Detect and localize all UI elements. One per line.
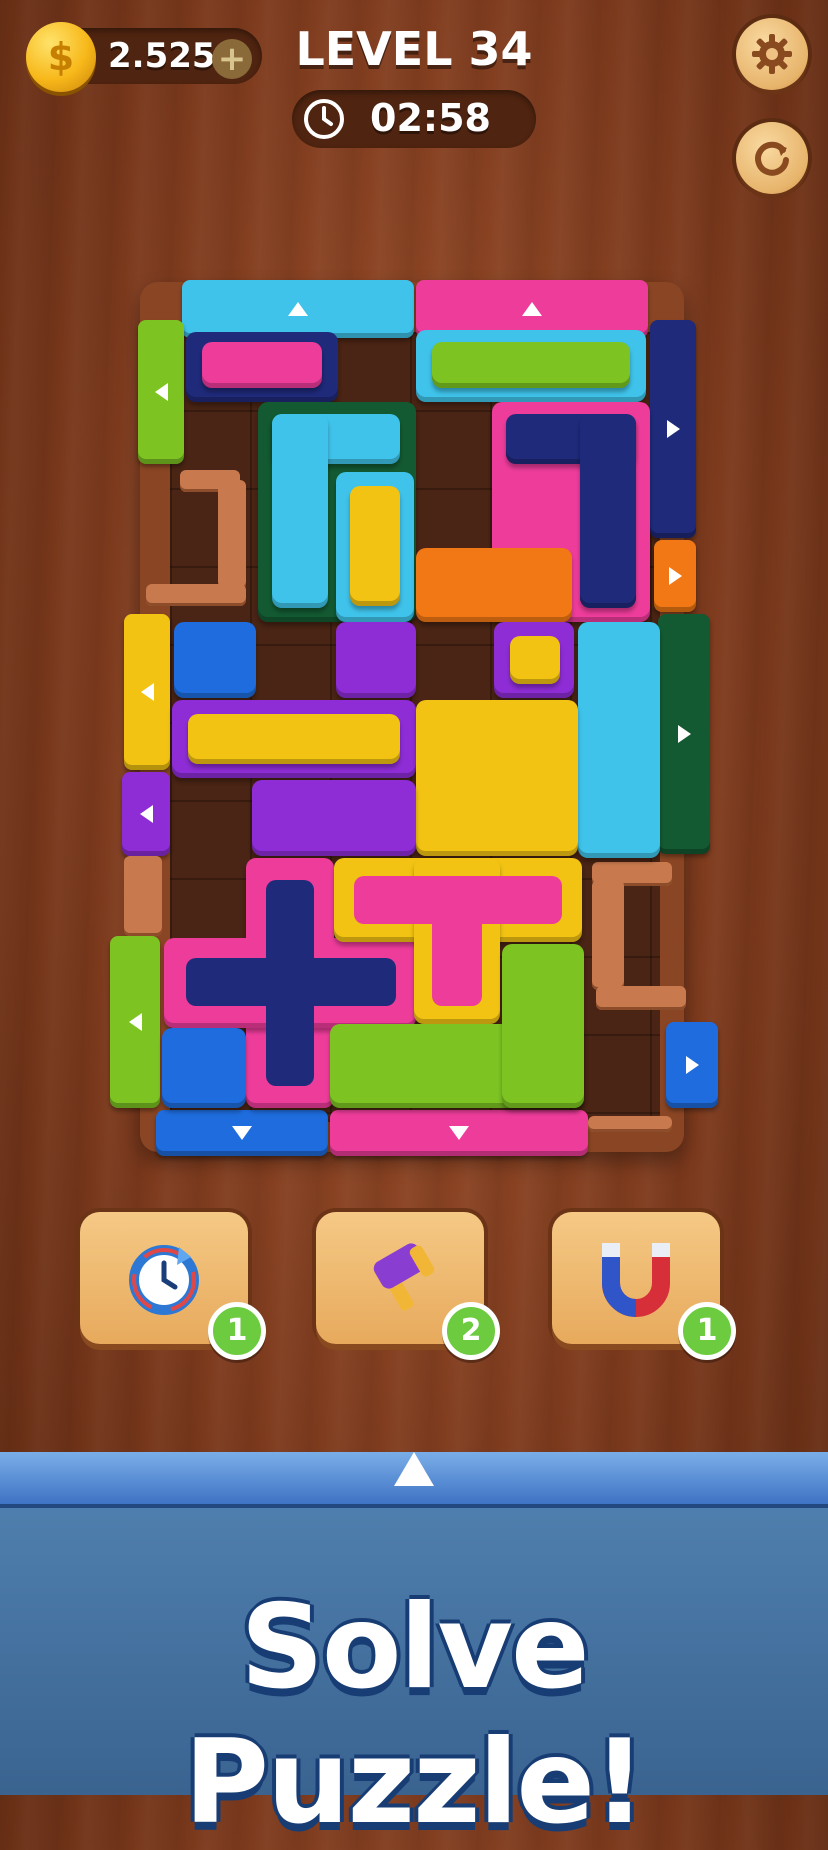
clock-ring-icon bbox=[129, 1245, 199, 1315]
exit-gate-right-navy bbox=[650, 320, 696, 538]
restart-button[interactable] bbox=[736, 122, 808, 194]
arrow-up-icon bbox=[394, 1452, 434, 1486]
block-pink-bar[interactable] bbox=[202, 342, 322, 388]
settings-button[interactable] bbox=[736, 18, 808, 90]
block-blue-small[interactable] bbox=[174, 622, 256, 698]
exit-gate-top-cyan bbox=[182, 280, 414, 338]
exit-gate-right-blue bbox=[666, 1022, 718, 1108]
block-orange[interactable] bbox=[416, 548, 572, 622]
hammer-icon bbox=[373, 1243, 435, 1311]
block-navy-plus-horizontal bbox=[186, 958, 396, 1006]
pipe bbox=[146, 584, 246, 606]
powerup-count-badge: 2 bbox=[442, 1302, 500, 1360]
block-cyan-L-side[interactable] bbox=[272, 414, 328, 608]
block-purple-small[interactable] bbox=[336, 622, 416, 698]
powerup-count-badge: 1 bbox=[678, 1302, 736, 1360]
exit-gate-bottom-pink bbox=[330, 1110, 588, 1156]
arrow-right-icon bbox=[685, 1056, 699, 1074]
arrow-left-icon bbox=[128, 1013, 142, 1031]
exit-gate-left-green bbox=[138, 320, 184, 464]
block-yellow-bar[interactable] bbox=[350, 486, 400, 606]
arrow-up-icon bbox=[288, 302, 308, 316]
powerup-count-badge: 1 bbox=[208, 1302, 266, 1360]
exit-gate-left-green-2 bbox=[110, 936, 160, 1108]
block-yellow-long[interactable] bbox=[188, 714, 400, 764]
exit-gate-left-purple bbox=[122, 772, 170, 856]
banner-title: Solve Puzzle! bbox=[184, 1580, 646, 1850]
arrow-right-icon bbox=[677, 725, 691, 743]
magnet-icon bbox=[602, 1243, 670, 1317]
pipe bbox=[588, 1116, 672, 1132]
arrow-down-icon bbox=[232, 1126, 252, 1140]
exit-gate-right-orange bbox=[654, 540, 696, 612]
block-yellow-small[interactable] bbox=[510, 636, 560, 684]
arrow-left-icon bbox=[139, 805, 153, 823]
arrow-up-icon bbox=[522, 302, 542, 316]
arrow-left-icon bbox=[154, 383, 168, 401]
exit-gate-left-yellow bbox=[124, 614, 170, 770]
arrow-right-icon bbox=[666, 420, 680, 438]
pipe bbox=[218, 480, 246, 590]
block-cyan-tall[interactable] bbox=[578, 622, 660, 858]
pipe bbox=[592, 880, 624, 990]
block-green-L-side[interactable] bbox=[502, 944, 584, 1108]
arrow-left-icon bbox=[140, 683, 154, 701]
block-blue-corner[interactable] bbox=[162, 1028, 246, 1108]
exit-gate-bottom-blue bbox=[156, 1110, 328, 1156]
arrow-down-icon bbox=[449, 1126, 469, 1140]
block-pink-T-stem bbox=[432, 876, 482, 1006]
arrow-right-icon bbox=[668, 567, 682, 585]
timer-value: 02:58 bbox=[370, 96, 491, 140]
refresh-icon bbox=[755, 141, 789, 176]
pipe bbox=[596, 986, 686, 1010]
block-purple-bar[interactable] bbox=[252, 780, 416, 856]
gear-icon bbox=[752, 34, 792, 74]
block-yellow-square[interactable] bbox=[416, 700, 578, 856]
exit-gate-right-darkgreen bbox=[658, 614, 710, 854]
block-green-bar[interactable] bbox=[432, 342, 630, 388]
clock-icon bbox=[304, 99, 344, 139]
pipe bbox=[124, 856, 162, 936]
block-navy-L-side[interactable] bbox=[580, 414, 636, 608]
level-title: LEVEL 34 bbox=[295, 22, 533, 76]
